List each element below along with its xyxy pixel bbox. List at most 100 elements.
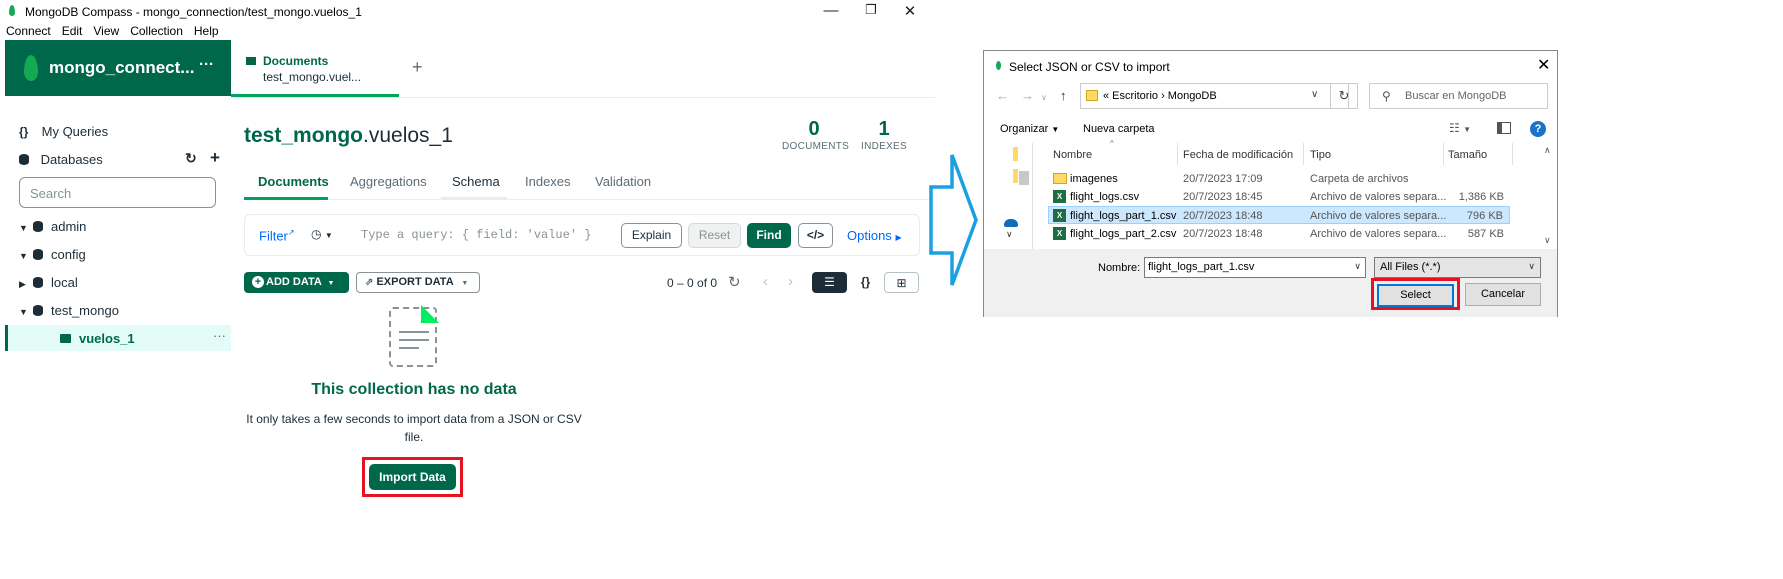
- tab-schema[interactable]: Schema: [452, 174, 500, 189]
- column-separator: [1303, 143, 1304, 165]
- file-name-input[interactable]: flight_logs_part_1.csv ∨: [1144, 257, 1366, 278]
- chevron-down-icon[interactable]: ▼: [19, 251, 33, 261]
- new-folder-button[interactable]: Nueva carpeta: [1083, 123, 1155, 135]
- chevron-down-icon[interactable]: ∨: [1354, 261, 1361, 272]
- new-tab-button[interactable]: +: [412, 57, 423, 78]
- table-view-button[interactable]: ⊞: [884, 272, 919, 293]
- connection-menu-button[interactable]: ···: [199, 56, 214, 73]
- address-bar[interactable]: « Escritorio › MongoDB ∨: [1080, 83, 1349, 109]
- excel-file-icon: X: [1053, 209, 1066, 222]
- menu-help[interactable]: Help: [194, 24, 219, 40]
- database-icon: [33, 277, 43, 288]
- search-input[interactable]: Search: [19, 177, 216, 208]
- chevron-down-icon: ▼: [1463, 125, 1472, 134]
- organize-button[interactable]: Organizar ▼: [1000, 123, 1059, 135]
- column-header-type[interactable]: Tipo: [1310, 149, 1331, 161]
- menu-connect[interactable]: Connect: [6, 24, 51, 40]
- options-toggle[interactable]: Options ▶: [847, 228, 902, 243]
- refresh-icon[interactable]: ↻: [728, 273, 741, 291]
- scroll-thumb[interactable]: [1019, 171, 1029, 185]
- menu-collection[interactable]: Collection: [130, 24, 183, 40]
- forward-arrow-icon[interactable]: →: [1021, 88, 1034, 103]
- up-arrow-icon[interactable]: ↑: [1060, 88, 1067, 103]
- file-name: flight_logs.csv: [1070, 191, 1140, 203]
- next-page-icon[interactable]: ›: [788, 273, 793, 290]
- chevron-right-icon[interactable]: ▶: [19, 279, 33, 290]
- chevron-down-icon[interactable]: ∨: [1006, 229, 1013, 240]
- sidebar-item-my-queries[interactable]: {} My Queries: [19, 124, 108, 139]
- file-row[interactable]: X flight_logs.csv 20/7/2023 18:45 Archiv…: [1049, 188, 1510, 206]
- file-row[interactable]: X flight_logs_part_2.csv 20/7/2023 18:48…: [1049, 225, 1510, 243]
- file-list-scrollbar[interactable]: ∧ ∨: [1540, 143, 1556, 249]
- restore-button[interactable]: ❐: [856, 2, 886, 18]
- preview-pane-icon[interactable]: [1497, 122, 1511, 134]
- column-header-size[interactable]: Tamaño: [1448, 149, 1487, 161]
- dialog-close-button[interactable]: ✕: [1537, 55, 1550, 75]
- select-button[interactable]: Select: [1377, 284, 1454, 307]
- file-row-selected[interactable]: X flight_logs_part_1.csv 20/7/2023 18:48…: [1048, 206, 1510, 224]
- query-input[interactable]: Type a query: { field: 'value' }: [361, 228, 591, 242]
- json-view-button[interactable]: {}: [848, 272, 883, 293]
- database-icon: [33, 305, 43, 316]
- plus-circle-icon: +: [252, 276, 264, 288]
- column-header-name[interactable]: Nombre: [1053, 149, 1092, 161]
- column-header-date[interactable]: Fecha de modificación: [1183, 149, 1293, 161]
- list-view-button[interactable]: ☰: [812, 272, 847, 293]
- tab-indexes[interactable]: Indexes: [525, 174, 571, 189]
- chevron-down-icon[interactable]: ▼: [19, 223, 33, 233]
- add-database-button[interactable]: +: [210, 148, 220, 168]
- filter-link[interactable]: Filter↗: [259, 228, 295, 243]
- tree-item-test-mongo[interactable]: ▼ test_mongo: [19, 303, 119, 318]
- collection-menu-button[interactable]: ···: [213, 328, 226, 343]
- chevron-down-icon[interactable]: ▼: [19, 307, 33, 317]
- database-name: test_mongo: [244, 124, 364, 147]
- mongodb-leaf-icon: [996, 61, 1001, 70]
- tree-item-local[interactable]: ▶ local: [19, 275, 78, 290]
- code-toggle-button[interactable]: </>: [798, 223, 833, 248]
- close-button[interactable]: ✕: [895, 2, 925, 20]
- tab-documents[interactable]: Documents test_mongo.vuel...: [231, 40, 399, 97]
- refresh-icon[interactable]: ↻: [185, 150, 197, 167]
- find-button[interactable]: Find: [747, 223, 791, 248]
- explain-button[interactable]: Explain: [621, 223, 682, 248]
- menu-edit[interactable]: Edit: [62, 24, 83, 40]
- empty-state-title: This collection has no data: [311, 381, 517, 398]
- tree-item-vuelos-1[interactable]: vuelos_1 ···: [5, 325, 231, 351]
- tab-validation[interactable]: Validation: [595, 174, 651, 189]
- chevron-down-icon[interactable]: ∨: [1041, 93, 1047, 102]
- reset-button[interactable]: Reset: [688, 223, 741, 248]
- prev-page-icon[interactable]: ‹: [763, 273, 768, 290]
- back-arrow-icon[interactable]: ←: [996, 88, 1009, 103]
- tree-item-config[interactable]: ▼ config: [19, 247, 86, 262]
- file-type-select[interactable]: All Files (*.*) ∨: [1374, 257, 1541, 278]
- cancel-button[interactable]: Cancelar: [1465, 283, 1541, 306]
- mongodb-logo-icon: [24, 55, 38, 81]
- connection-header[interactable]: mongo_connect... ···: [5, 40, 231, 96]
- add-data-button[interactable]: + ADD DATA ▼: [244, 272, 349, 293]
- import-data-button[interactable]: Import Data: [369, 464, 456, 490]
- documents-stat: 0 DOCUMENTS: [782, 118, 849, 152]
- query-history-button[interactable]: ◷ ▼: [311, 227, 333, 241]
- folder-icon: [1013, 169, 1018, 183]
- active-tab-indicator: [244, 197, 328, 200]
- chevron-down-icon[interactable]: ∨: [1311, 89, 1318, 100]
- dialog-search-input[interactable]: ⚲ Buscar en MongoDB: [1369, 83, 1548, 109]
- view-options-button[interactable]: ☷ ▼: [1449, 121, 1471, 135]
- scroll-down-icon[interactable]: ∨: [1544, 235, 1551, 246]
- sidebar-item-databases[interactable]: Databases: [19, 152, 103, 167]
- options-label: Options: [847, 228, 892, 243]
- doc-line: [399, 339, 429, 341]
- chevron-down-icon: ▼: [324, 231, 333, 240]
- file-row[interactable]: imagenes 20/7/2023 17:09 Carpeta de arch…: [1049, 170, 1510, 188]
- tab-aggregations[interactable]: Aggregations: [350, 174, 427, 189]
- minimize-button[interactable]: —: [816, 2, 846, 19]
- scroll-up-icon[interactable]: ∧: [1544, 145, 1551, 156]
- help-icon[interactable]: ?: [1530, 121, 1546, 137]
- refresh-button[interactable]: ↻: [1330, 83, 1358, 109]
- chevron-down-icon: ▼: [1051, 125, 1060, 134]
- export-data-button[interactable]: ⇗ EXPORT DATA ▼: [356, 272, 480, 293]
- tab-documents-sub[interactable]: Documents: [258, 174, 329, 189]
- database-icon: [19, 154, 29, 165]
- menu-view[interactable]: View: [93, 24, 119, 40]
- tree-item-admin[interactable]: ▼ admin: [19, 219, 86, 234]
